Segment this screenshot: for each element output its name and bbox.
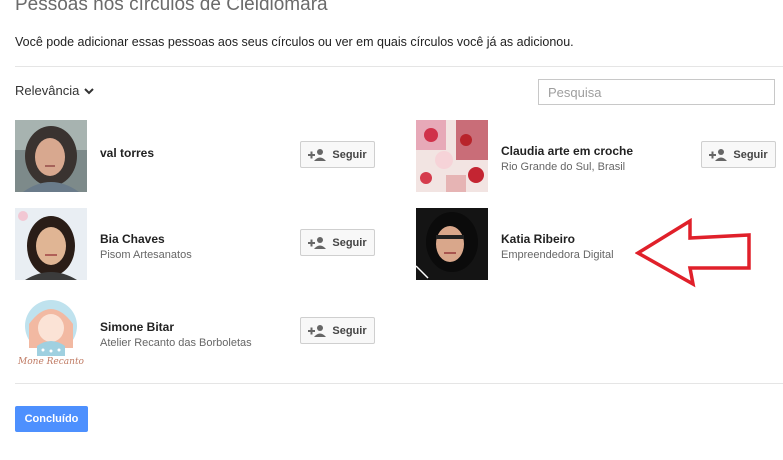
sort-label: Relevância — [15, 83, 80, 98]
divider-top — [15, 66, 783, 67]
person-name[interactable]: Simone Bitar — [100, 320, 174, 334]
follow-button[interactable]: Seguir — [300, 141, 375, 168]
follow-button-label: Seguir — [332, 148, 367, 161]
avatar[interactable] — [416, 208, 488, 280]
search-input[interactable] — [538, 79, 775, 105]
follow-button[interactable]: Seguir — [701, 141, 776, 168]
person-description: Empreendedora Digital — [501, 249, 614, 261]
avatar-caption: Mone Recanto — [17, 357, 85, 367]
dialog-subtitle: Você pode adicionar essas pessoas aos se… — [15, 35, 574, 49]
follow-button[interactable]: Seguir — [300, 229, 375, 256]
add-person-icon — [709, 148, 728, 161]
avatar[interactable]: Mone Recanto — [15, 296, 87, 368]
person-description: Atelier Recanto das Borboletas — [100, 337, 252, 349]
chevron-down-icon — [84, 88, 95, 95]
avatar[interactable] — [15, 208, 87, 280]
person-name[interactable]: Katia Ribeiro — [501, 232, 575, 246]
add-person-icon — [308, 324, 327, 337]
follow-button[interactable]: Seguir — [300, 317, 375, 344]
add-person-icon — [308, 236, 327, 249]
person-name[interactable]: Claudia arte em croche — [501, 144, 633, 158]
done-button[interactable]: Concluído — [15, 406, 88, 432]
person-card: Katia Ribeiro Empreendedora Digital — [416, 208, 636, 280]
person-name[interactable]: val torres — [100, 146, 154, 160]
avatar[interactable] — [416, 120, 488, 192]
follow-button-label: Seguir — [733, 148, 768, 161]
follow-button-label: Seguir — [332, 324, 367, 337]
dialog-title: Pessoas nos círculos de Cleidiomara — [15, 0, 328, 15]
divider-bottom — [15, 383, 783, 384]
avatar[interactable] — [15, 120, 87, 192]
sort-dropdown[interactable]: Relevância — [15, 83, 95, 98]
person-description: Rio Grande do Sul, Brasil — [501, 161, 626, 173]
follow-button-label: Seguir — [332, 236, 367, 249]
person-description: Pisom Artesanatos — [100, 249, 192, 261]
add-person-icon — [308, 148, 327, 161]
person-name[interactable]: Bia Chaves — [100, 232, 165, 246]
annotation-arrow-icon — [635, 218, 751, 288]
